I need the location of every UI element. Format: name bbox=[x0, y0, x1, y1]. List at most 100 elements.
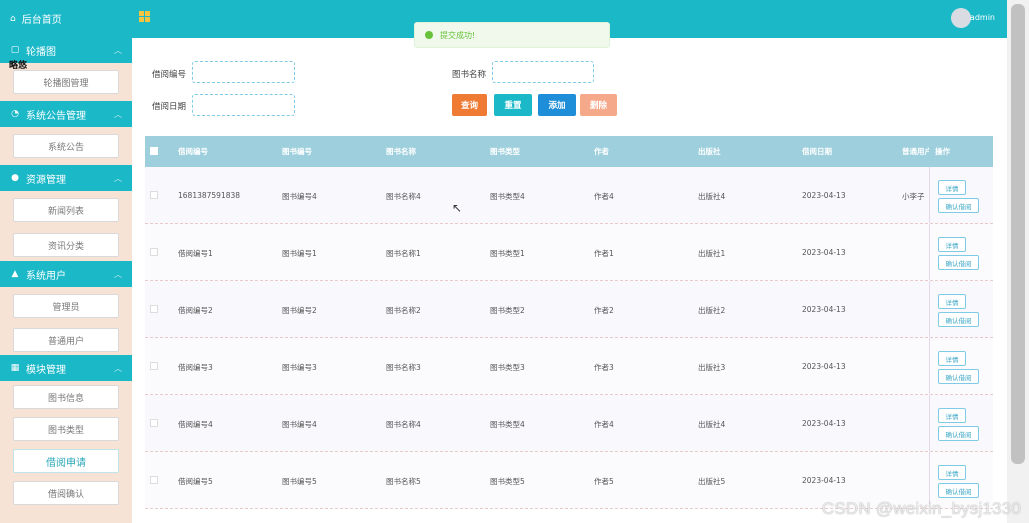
row-checkbox[interactable] bbox=[150, 248, 158, 256]
col-borrow-no[interactable]: 借阅编号 bbox=[178, 146, 208, 157]
query-button[interactable]: 查询 bbox=[452, 94, 487, 116]
detail-button[interactable]: 详情 bbox=[938, 408, 966, 423]
cell-book-name: 图书名称2 bbox=[386, 306, 421, 315]
cell-book-no: 图书编号4 bbox=[282, 420, 317, 429]
borrow-date-label: 借阅日期 bbox=[152, 102, 187, 112]
row-checkbox[interactable] bbox=[150, 419, 158, 427]
row-checkbox[interactable] bbox=[150, 191, 158, 199]
table-row[interactable]: 借阅编号2 图书编号2 图书名称2 图书类型2 作者2 出版社2 2023-04-13 详情确… bbox=[145, 281, 993, 338]
toast-text: 提交成功! bbox=[440, 30, 476, 40]
add-button[interactable]: 添加 bbox=[538, 94, 576, 116]
scrollbar-thumb[interactable] bbox=[1011, 4, 1025, 464]
sidebar-item-book-type[interactable]: 图书类型 bbox=[13, 417, 119, 441]
chevron-up-icon: ︿ bbox=[114, 174, 122, 183]
col-publisher[interactable]: 出版社 bbox=[698, 146, 721, 157]
col-author[interactable]: 作者 bbox=[594, 146, 609, 157]
sidebar-item-label: 资讯分类 bbox=[47, 241, 84, 252]
cell-book-no: 图书编号3 bbox=[282, 363, 317, 372]
sidebar-item-carousel-manage[interactable]: 轮播图管理 bbox=[13, 70, 119, 94]
col-book-type[interactable]: 图书类型 bbox=[490, 146, 520, 157]
cell-book-type: 图书类型4 bbox=[490, 420, 525, 429]
sidebar-home[interactable]: ⌂ 后台首页 bbox=[0, 0, 132, 37]
sidebar-item-notice[interactable]: 系统公告 bbox=[13, 134, 119, 158]
confirm-borrow-button[interactable]: 确认借阅 bbox=[938, 369, 979, 384]
collapse-toggle[interactable]: 略悠 bbox=[9, 58, 27, 71]
sidebar-item-admin[interactable]: 管理员 bbox=[13, 294, 119, 318]
confirm-borrow-button[interactable]: 确认借阅 bbox=[938, 426, 979, 441]
sidebar: ⌂ 后台首页 ▢ 轮播图 ︿ 轮播图管理 ◔ 系统公告管理 ︿ 系统公告 ● 资… bbox=[0, 0, 132, 523]
check-circle-icon bbox=[425, 31, 433, 39]
sidebar-item-normal-user[interactable]: 普通用户 bbox=[13, 328, 119, 352]
cell-author: 作者1 bbox=[594, 249, 614, 258]
cell-publisher: 出版社1 bbox=[698, 249, 726, 258]
cell-publisher: 出版社5 bbox=[698, 477, 726, 486]
detail-button[interactable]: 详情 bbox=[938, 237, 966, 252]
cell-book-no: 图书编号4 bbox=[282, 192, 317, 201]
detail-button[interactable]: 详情 bbox=[938, 465, 966, 480]
cell-book-type: 图书类型4 bbox=[490, 192, 525, 201]
sidebar-item-label: 管理员 bbox=[52, 302, 80, 313]
user-icon: ▲ bbox=[11, 269, 19, 279]
cell-borrow-date: 2023-04-13 bbox=[802, 419, 846, 428]
col-actions: 操作 bbox=[935, 147, 950, 156]
detail-button[interactable]: 详情 bbox=[938, 294, 966, 309]
row-checkbox[interactable] bbox=[150, 305, 158, 313]
book-name-label: 图书名称 bbox=[452, 70, 487, 80]
cell-publisher: 出版社4 bbox=[698, 192, 726, 201]
mouse-cursor-icon: ↖ bbox=[452, 201, 463, 215]
sidebar-item-news[interactable]: 新闻列表 bbox=[13, 198, 119, 222]
sidebar-item-news-category[interactable]: 资讯分类 bbox=[13, 233, 119, 257]
confirm-borrow-button[interactable]: 确认借阅 bbox=[938, 198, 979, 213]
sidebar-section-notice[interactable]: ◔ 系统公告管理 ︿ bbox=[0, 101, 132, 127]
cell-borrow-no: 借阅编号1 bbox=[178, 249, 213, 258]
chevron-up-icon: ︿ bbox=[114, 270, 122, 279]
cell-book-type: 图书类型5 bbox=[490, 477, 525, 486]
borrow-date-input[interactable] bbox=[192, 94, 295, 116]
delete-button[interactable]: 删除 bbox=[580, 94, 617, 116]
cell-borrow-no: 借阅编号4 bbox=[178, 420, 213, 429]
col-user[interactable]: 普通用户 bbox=[902, 146, 929, 157]
reset-button[interactable]: 重置 bbox=[494, 94, 532, 116]
confirm-borrow-button[interactable]: 确认借阅 bbox=[938, 255, 979, 270]
col-book-name[interactable]: 图书名称 bbox=[386, 146, 416, 157]
table-row[interactable]: 1681387591838 图书编号4 图书名称4 图书类型4 作者4 出版社4 2023-… bbox=[145, 167, 993, 224]
col-book-no[interactable]: 图书编号 bbox=[282, 146, 312, 157]
chevron-up-icon: ︿ bbox=[114, 364, 122, 373]
sidebar-item-borrow-apply[interactable]: 借阅申请 bbox=[13, 449, 119, 473]
table-row[interactable]: 借阅编号4 图书编号4 图书名称4 图书类型4 作者4 出版社4 2023-04-13 详情确… bbox=[145, 395, 993, 452]
cell-borrow-no: 借阅编号2 bbox=[178, 306, 213, 315]
cell-borrow-date: 2023-04-13 bbox=[802, 248, 846, 257]
menu-grid-icon[interactable] bbox=[139, 11, 150, 22]
cell-book-name: 图书名称3 bbox=[386, 363, 421, 372]
col-borrow-date[interactable]: 借阅日期 bbox=[802, 146, 832, 157]
sidebar-item-borrow-confirm[interactable]: 借阅确认 bbox=[13, 481, 119, 505]
table-row[interactable]: 借阅编号1 图书编号1 图书名称1 图书类型1 作者1 出版社1 2023-04-13 详情确… bbox=[145, 224, 993, 281]
detail-button[interactable]: 详情 bbox=[938, 180, 966, 195]
sidebar-item-label: 轮播图管理 bbox=[43, 78, 89, 89]
confirm-borrow-button[interactable]: 确认借阅 bbox=[938, 312, 979, 327]
success-toast: 提交成功! bbox=[414, 22, 610, 48]
select-all-checkbox[interactable] bbox=[150, 147, 158, 155]
sidebar-section-resource[interactable]: ● 资源管理 ︿ bbox=[0, 165, 132, 191]
cell-borrow-date: 2023-04-13 bbox=[802, 476, 846, 485]
sidebar-section-users[interactable]: ▲ 系统用户 ︿ bbox=[0, 261, 132, 287]
vertical-scrollbar[interactable] bbox=[1007, 0, 1029, 523]
watermark: CSDN @weixin_bysj1330 bbox=[821, 499, 1021, 518]
sidebar-section-label: 系统公告管理 bbox=[26, 110, 86, 122]
book-name-input[interactable] bbox=[492, 61, 594, 83]
username[interactable]: admin bbox=[970, 13, 995, 22]
actions-divider bbox=[929, 395, 930, 451]
borrow-no-input[interactable] bbox=[192, 61, 295, 83]
confirm-borrow-button[interactable]: 确认借阅 bbox=[938, 483, 979, 498]
sidebar-item-label: 图书信息 bbox=[47, 393, 84, 404]
table-row[interactable]: 借阅编号3 图书编号3 图书名称3 图书类型3 作者3 出版社3 2023-04-13 详情确… bbox=[145, 338, 993, 395]
cell-borrow-no: 1681387591838 bbox=[178, 191, 241, 200]
detail-button[interactable]: 详情 bbox=[938, 351, 966, 366]
avatar[interactable] bbox=[951, 8, 971, 28]
sidebar-section-modules[interactable]: ▦ 模块管理 ︿ bbox=[0, 355, 132, 381]
actions-divider bbox=[929, 338, 930, 394]
cell-author: 作者4 bbox=[594, 192, 614, 201]
row-checkbox[interactable] bbox=[150, 476, 158, 484]
sidebar-item-book-info[interactable]: 图书信息 bbox=[13, 385, 119, 409]
row-checkbox[interactable] bbox=[150, 362, 158, 370]
